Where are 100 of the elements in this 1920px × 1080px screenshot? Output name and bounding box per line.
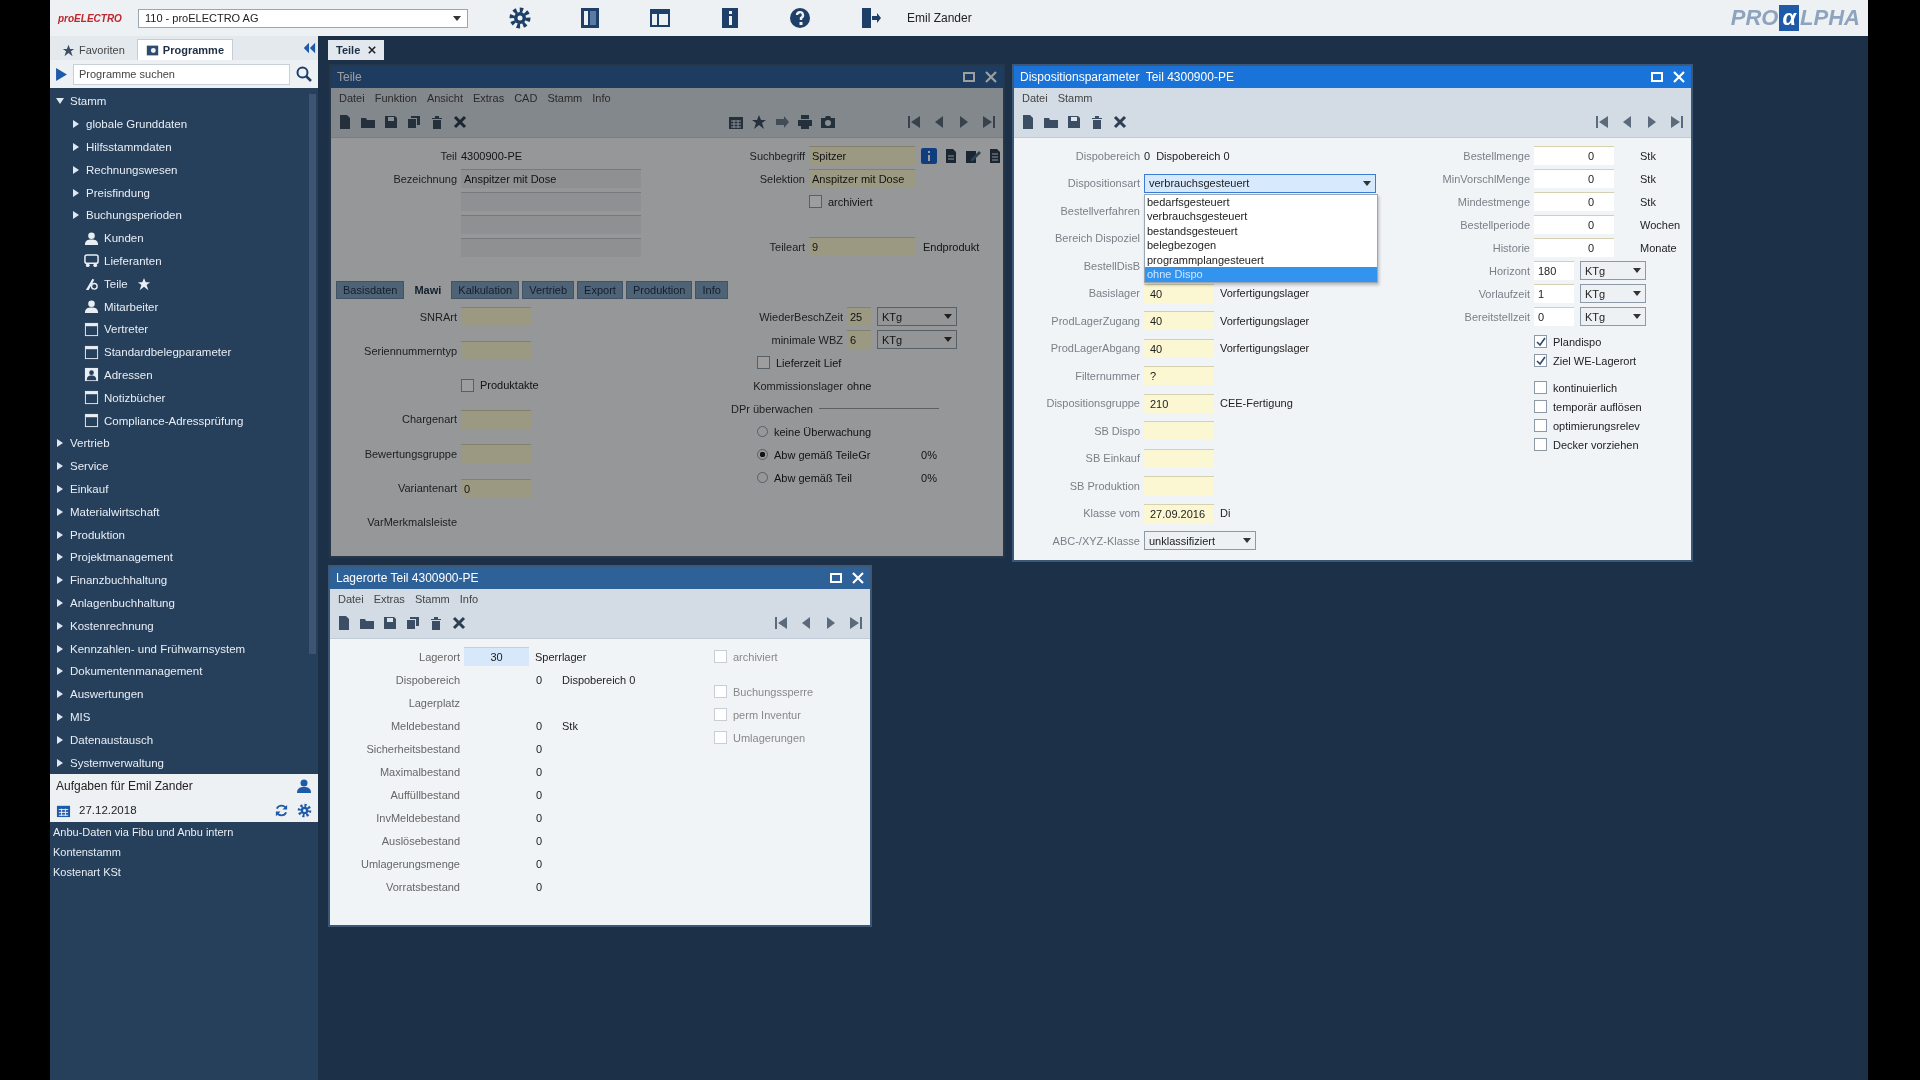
task-item[interactable]: Anbu-Daten via Fibu und Anbu intern [50, 822, 318, 842]
close-icon[interactable] [368, 46, 377, 54]
task-item[interactable]: Kontenstamm [50, 842, 318, 862]
play-icon[interactable] [56, 67, 67, 81]
collapse-icon[interactable] [302, 42, 316, 54]
caret-icon[interactable] [56, 690, 64, 699]
input-field[interactable]: 0 [1534, 307, 1574, 326]
caret-icon[interactable] [56, 462, 64, 471]
save-icon[interactable] [1066, 114, 1082, 130]
tree-item[interactable]: Lieferanten [104, 254, 162, 267]
tree-item[interactable]: Standardbelegparameter [104, 346, 232, 359]
sidebar-tab[interactable]: Programme [136, 39, 233, 60]
tree-item[interactable]: Vertrieb [50, 431, 318, 455]
input-field[interactable] [1144, 476, 1214, 495]
last-record-icon[interactable] [1669, 114, 1685, 130]
caret-icon[interactable] [56, 439, 64, 448]
input-field[interactable]: 40 [1144, 311, 1214, 330]
task-item[interactable]: Kostenart KSt [50, 862, 318, 882]
trash-icon[interactable] [1089, 114, 1105, 130]
last-record-icon[interactable] [848, 615, 864, 631]
tree-item[interactable]: Stamm [50, 90, 318, 113]
tree-item[interactable]: Mitarbeiter [104, 300, 159, 313]
dropdown-option[interactable]: programmplangesteuert [1145, 252, 1377, 267]
input-field[interactable] [1144, 421, 1214, 440]
tree-item[interactable]: globale Grunddaten [50, 112, 318, 136]
first-record-icon[interactable] [773, 615, 789, 631]
caret-icon[interactable] [72, 211, 80, 220]
caret-icon[interactable] [56, 484, 64, 493]
search-field[interactable]: Programme suchen [73, 63, 290, 85]
checkbox[interactable] [714, 650, 727, 663]
tree-item[interactable]: Compliance-Adressprüfung [104, 414, 244, 427]
tree-item[interactable]: Buchungsperioden [50, 204, 318, 227]
dropdown-option[interactable]: belegbezogen [1145, 238, 1377, 253]
sidebar-tab[interactable]: Favoriten [54, 40, 133, 60]
tree-item[interactable]: Hilfsstammdaten [50, 135, 318, 159]
tree-item[interactable]: Rechnungswesen [50, 158, 318, 182]
caret-icon[interactable] [56, 598, 64, 607]
caret-icon[interactable] [56, 712, 64, 721]
maximize-icon[interactable] [1651, 71, 1663, 83]
dropdown-option[interactable]: bedarfsgesteuert [1145, 194, 1377, 209]
tree-item[interactable]: Preisfindung [50, 181, 318, 204]
caret-icon[interactable] [56, 553, 64, 562]
caret-icon[interactable] [56, 576, 64, 585]
input-field[interactable]: 0 [1534, 192, 1614, 211]
checkbox[interactable] [1534, 381, 1547, 394]
caret-icon[interactable] [56, 97, 64, 106]
settings-icon[interactable] [297, 802, 312, 818]
trash-icon[interactable] [428, 615, 444, 631]
maximize-icon[interactable] [830, 572, 842, 584]
new-document-icon[interactable] [336, 615, 352, 631]
input-field[interactable]: 30 [464, 647, 529, 666]
panel-icon[interactable] [578, 6, 602, 30]
caret-icon[interactable] [56, 644, 64, 653]
document-tab[interactable]: Teile [328, 40, 385, 60]
caret-icon[interactable] [72, 188, 80, 197]
tree-item[interactable]: Kennzahlen- und Frühwarnsystem [50, 637, 318, 660]
input-field[interactable]: 0 [1534, 169, 1614, 188]
menu-item[interactable]: Stamm [414, 592, 450, 605]
unit-dropdown[interactable]: KTg [1580, 284, 1646, 303]
tree-item[interactable]: Service [50, 454, 318, 478]
tree-item[interactable]: Einkauf [50, 477, 318, 501]
refresh-icon[interactable] [274, 802, 289, 818]
unit-dropdown[interactable]: KTg [1580, 261, 1646, 280]
tree-item[interactable]: Finanzbuchhaltung [50, 568, 318, 592]
checkbox[interactable] [1534, 400, 1547, 413]
unit-dropdown[interactable]: KTg [1580, 307, 1646, 326]
checkbox[interactable] [1534, 438, 1547, 451]
checkbox[interactable] [1534, 335, 1547, 348]
save-icon[interactable] [382, 615, 398, 631]
tree-item[interactable]: Vertreter [104, 323, 149, 336]
tree-item[interactable]: Datenaustausch [50, 728, 318, 752]
tree-item[interactable]: Produktion [50, 523, 318, 546]
caret-icon[interactable] [56, 735, 64, 744]
caret-icon[interactable] [56, 667, 64, 676]
tree-item[interactable]: Kostenrechnung [50, 614, 318, 638]
checkbox[interactable] [714, 708, 727, 721]
menu-item[interactable]: Info [459, 592, 479, 605]
search-icon[interactable] [296, 66, 312, 82]
help-icon[interactable] [788, 6, 812, 30]
input-field[interactable]: 0 [1534, 238, 1614, 257]
tree-item[interactable]: Materialwirtschaft [50, 500, 318, 524]
input-field[interactable]: 0 [1534, 146, 1614, 165]
input-field[interactable]: 40 [1144, 338, 1214, 358]
input-field[interactable]: 180 [1534, 261, 1574, 280]
settings-icon[interactable] [508, 6, 532, 30]
tree-item[interactable]: Adressen [104, 368, 153, 381]
caret-icon[interactable] [72, 165, 80, 174]
menu-item[interactable]: Datei [1022, 91, 1048, 104]
tree-item[interactable]: Systemverwaltung [50, 751, 318, 774]
caret-icon[interactable] [56, 758, 64, 767]
caret-icon[interactable] [56, 507, 64, 516]
person-icon[interactable] [296, 778, 312, 794]
caret-icon[interactable] [72, 143, 80, 151]
checkbox[interactable] [1534, 419, 1547, 432]
tree-item[interactable]: MIS [50, 705, 318, 729]
input-field[interactable]: 27.09.2016 [1144, 503, 1214, 523]
tree-item[interactable]: Projektmanagement [50, 545, 318, 569]
new-document-icon[interactable] [1020, 114, 1036, 130]
caret-icon[interactable] [56, 530, 64, 539]
menu-item[interactable]: Stamm [1057, 91, 1093, 104]
